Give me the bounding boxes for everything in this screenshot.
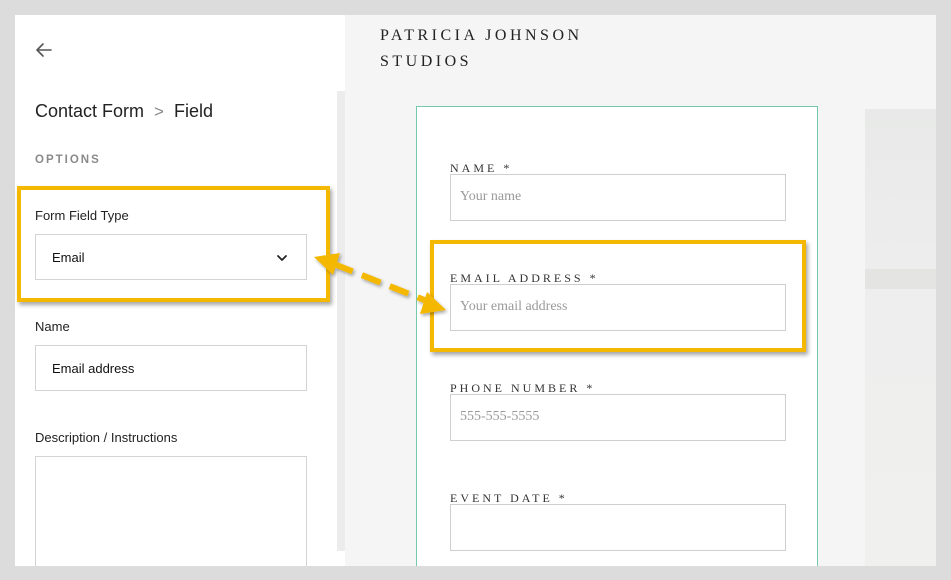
options-section-label: OPTIONS [35,154,101,166]
highlight-box-field-type [17,186,330,302]
event-date-field-input[interactable] [450,504,786,551]
brand-line-1: PATRICIA JOHNSON [380,27,583,44]
name-label: Name [35,319,70,334]
breadcrumb-parent[interactable]: Contact Form [35,101,144,122]
name-input[interactable]: Email address [35,345,307,391]
description-label: Description / Instructions [35,430,178,445]
name-field-placeholder: Your name [460,189,522,204]
name-input-value: Email address [52,361,135,376]
panel-scrollbar[interactable] [337,91,345,551]
background-photo [865,109,936,566]
breadcrumb-separator: > [154,101,164,121]
phone-field-placeholder: 555-555-5555 [460,409,540,424]
phone-field-input[interactable]: 555-555-5555 [450,394,786,441]
highlight-box-email-field [430,240,806,352]
site-brand: PATRICIA JOHNSON STUDIOS [380,23,583,75]
description-textarea[interactable] [35,456,307,566]
breadcrumb: Contact Form > Field [35,101,213,122]
breadcrumb-current: Field [173,101,213,121]
brand-line-2: STUDIOS [380,53,473,70]
back-arrow-icon[interactable] [33,39,55,61]
name-field-input[interactable]: Your name [450,174,786,221]
